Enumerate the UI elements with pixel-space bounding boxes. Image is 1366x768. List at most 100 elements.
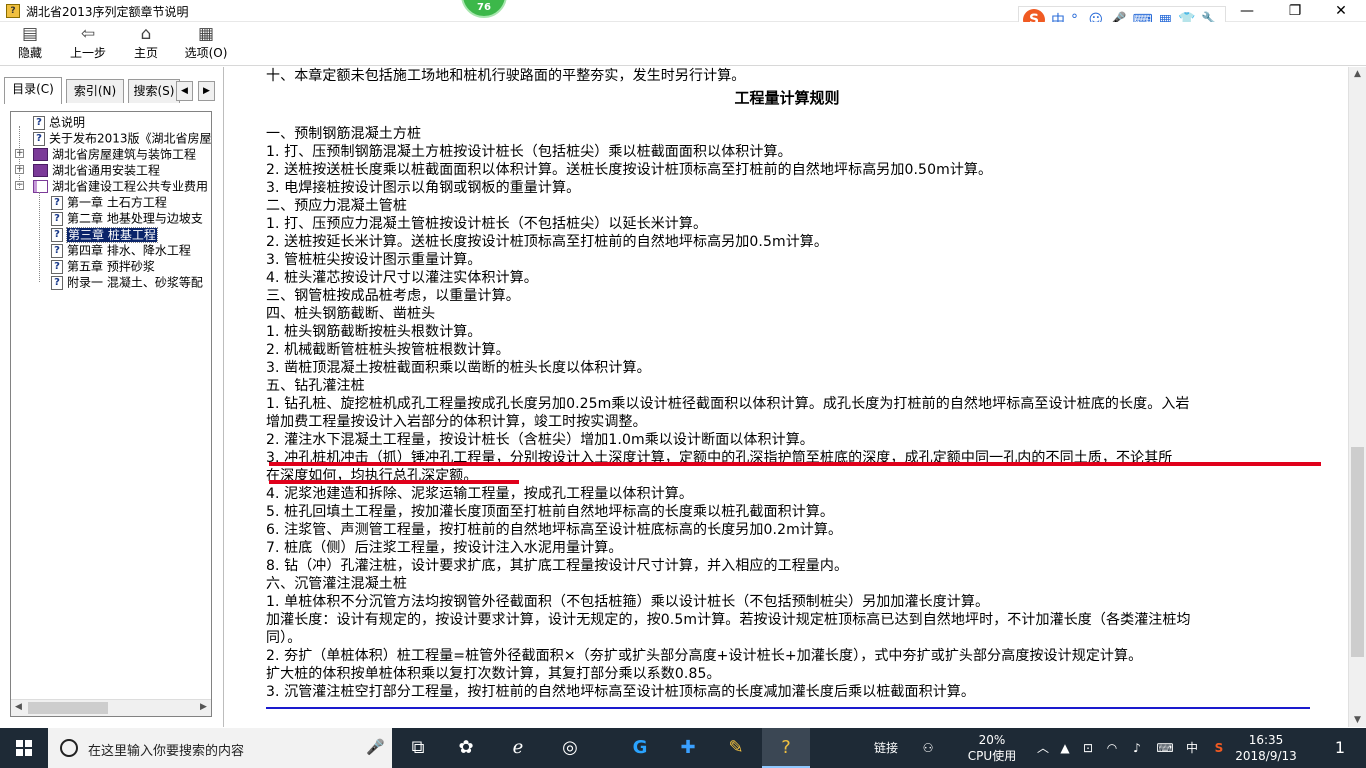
taskbar: 在这里输入你要搜索的内容 🎤 ⧉ ✿ ℯ ◎ G ✚ ✎ ? 链接 ⚇ 20% … [0,728,1366,768]
hide-button[interactable]: ▤ 隐藏 [8,24,52,64]
tree-item[interactable]: 湖北省建设工程公共专业费用 [33,178,208,194]
scrollbar-thumb[interactable] [1351,447,1364,657]
tree-item[interactable]: 湖北省通用安装工程 [33,162,160,178]
tree-item[interactable]: ? 第四章 排水、降水工程 [51,242,191,258]
touch-keyboard-icon[interactable]: ⌨ [1152,728,1178,768]
scroll-left-icon[interactable]: ◀ [11,702,26,712]
scroll-up-icon[interactable]: ▲ [1349,69,1366,79]
help-page-icon: ? [51,259,63,274]
network-device-icon[interactable]: ⊡ [1078,728,1098,768]
content-line: 1. 打、压预应力混凝土管桩按设计桩长（不包括桩尖）以延长米计算。 [266,216,708,232]
content-line: 1. 钻孔桩、旋挖桩机成孔工程量按成孔长度另加0.25m乘以设计桩径截面积以体积… [266,396,1190,412]
counter-badge[interactable]: 76 [461,0,507,18]
search-placeholder[interactable]: 在这里输入你要搜索的内容 [88,740,244,759]
people-icon[interactable]: ⚇ [916,728,940,768]
content-line: 三、钢管桩按成品桩考虑，以重量计算。 [266,288,520,304]
book-icon [33,148,48,161]
back-label: 上一步 [69,46,106,60]
scrollbar-thumb[interactable] [28,702,108,714]
taskbar-search[interactable]: 在这里输入你要搜索的内容 🎤 [48,728,392,768]
content-line: 3. 沉管灌注桩空打部分工程量，按打桩前的自然地坪标高至设计桩顶标高的长度减加灌… [266,684,976,700]
tree-item[interactable]: ? 第二章 地基处理与边坡支 [51,210,203,226]
options-button[interactable]: ▦ 选项(O) [180,24,232,64]
open-book-icon [33,180,48,193]
link-label[interactable]: 链接 [868,728,904,768]
fan-app-icon[interactable]: ✿ [442,728,490,768]
content-line: 五、钻孔灌注桩 [266,378,365,394]
content-line: 扩大桩的体积按单桩体积乘以复打次数计算，其复打部分乘以系数0.85。 [266,666,721,682]
task-view-icon[interactable]: ⧉ [394,728,442,768]
tree-horizontal-scrollbar[interactable]: ◀ ▶ [11,699,211,716]
help-page-icon: ? [33,115,45,130]
system-clock[interactable]: 16:35 2018/9/13 [1234,732,1298,764]
notes-app-icon[interactable]: ✎ [712,728,760,768]
help-page-icon: ? [51,243,63,258]
tree-item[interactable]: ? 总说明 [33,114,85,130]
tree-item[interactable]: ? 第五章 预拌砂浆 [51,258,155,274]
action-center-icon[interactable]: 1 [1320,728,1360,768]
content-line: 1. 单桩体积不分沉管方法均按钢管外径截面积（不包括桩箍）乘以设计桩长（不包括预… [266,594,990,610]
content-line: 增加费工程量按设计入岩部分的体积计算，竣工时按实调整。 [266,414,647,430]
content-vertical-scrollbar[interactable]: ▲ ▼ [1348,67,1366,727]
tree-item-label: 关于发布2013版《湖北省房屋 [49,131,212,146]
chevron-up-icon[interactable]: ︿ [1034,728,1052,768]
tree-item[interactable]: ? 附录一 混凝土、砂浆等配 [51,274,203,290]
tab-scroll-right-icon[interactable]: ▶ [198,81,215,101]
tree-item[interactable]: ? 第三章 桩基工程 [51,226,158,243]
help-page-icon: ? [51,195,63,210]
tab-index[interactable]: 索引(N) [66,79,124,103]
ime-language[interactable]: 中 [1182,728,1202,768]
content-line: 5. 桩孔回填土工程量，按加灌长度顶面至打桩前自然地坪标高的长度乘以桩孔截面积计… [266,504,835,520]
content-line: 2. 灌注水下混凝土工程量，按设计桩长（含桩尖）增加1.0m乘以设计断面以体积计… [266,432,814,448]
ie-browser-icon[interactable]: ℯ [494,728,542,768]
clock-date: 2018/9/13 [1235,749,1297,763]
options-icon: ▦ [197,24,215,44]
tree-item-label: 第三章 桩基工程 [66,226,158,243]
windows-logo-icon [16,740,32,756]
tree-item[interactable]: ? 关于发布2013版《湖北省房屋 [33,130,212,146]
hide-pane-icon: ▤ [21,24,39,44]
red-annotation-underline [269,480,519,484]
volume-icon[interactable]: ♪ [1126,728,1148,768]
tree-item-label: 湖北省房屋建筑与装饰工程 [52,147,197,162]
close-button[interactable]: ✕ [1318,0,1364,22]
glodon-app-icon[interactable]: G [616,728,664,768]
content-line: 1. 桩头钢筋截断按桩头根数计算。 [266,324,482,340]
contents-tree: ? 总说明? 关于发布2013版《湖北省房屋 湖北省房屋建筑与装饰工程 + 湖北省通用安装… [10,111,212,717]
wifi-icon[interactable]: ◠ [1102,728,1122,768]
blue-app-icon[interactable]: ✚ [664,728,712,768]
tree-item[interactable]: ? 第一章 土石方工程 [51,194,167,210]
360-browser-icon[interactable]: ◎ [546,728,594,768]
home-button[interactable]: ⌂ 主页 [126,24,166,64]
clock-time: 16:35 [1248,733,1284,747]
maximize-button[interactable]: ❐ [1272,0,1318,22]
notification-bell-icon[interactable]: ▲ [1056,728,1074,768]
start-button[interactable] [0,728,48,768]
tab-search[interactable]: 搜索(S) [128,79,180,103]
tree-item-label: 附录一 混凝土、砂浆等配 [67,275,203,290]
scroll-right-icon[interactable]: ▶ [196,702,211,712]
cpu-usage[interactable]: 20% CPU使用 [962,732,1022,764]
tab-contents[interactable]: 目录(C) [4,77,62,104]
home-icon: ⌂ [140,24,152,44]
back-arrow-icon: ⇦ [80,24,96,44]
sogou-tray-icon[interactable]: S [1208,728,1230,768]
content-line: 六、沉管灌注混凝土桩 [266,576,407,592]
tab-scroll-left-icon[interactable]: ◀ [176,81,193,101]
hide-label: 隐藏 [17,46,42,60]
content-line: 2. 送桩按延长米计算。送桩长度按设计桩顶标高至打桩前的自然地坪标高另加0.5m… [266,234,829,250]
back-button[interactable]: ⇦ 上一步 [64,24,112,64]
cpu-label: CPU使用 [967,749,1017,763]
help-page-icon: ? [33,131,45,146]
tree-item-label: 第四章 排水、降水工程 [67,243,191,258]
help-page-icon: ? [51,275,63,290]
document-content: 十、本章定额未包括施工场地和桩机行驶路面的平整夯实，发生时另行计算。 工程量计算… [228,67,1346,727]
tree-item[interactable]: 湖北省房屋建筑与装饰工程 [33,146,196,162]
content-line: 6. 注浆管、声测管工程量，按打桩前的自然地坪标高至设计桩底标高的长度另加0.2… [266,522,843,538]
scroll-down-icon[interactable]: ▼ [1349,715,1366,725]
help-app-icon: ? [6,4,20,18]
microphone-icon[interactable]: 🎤 [366,738,385,756]
cortana-circle-icon[interactable] [60,739,78,757]
minimize-button[interactable]: — [1224,0,1270,22]
help-window-taskbar-icon[interactable]: ? [762,728,810,768]
